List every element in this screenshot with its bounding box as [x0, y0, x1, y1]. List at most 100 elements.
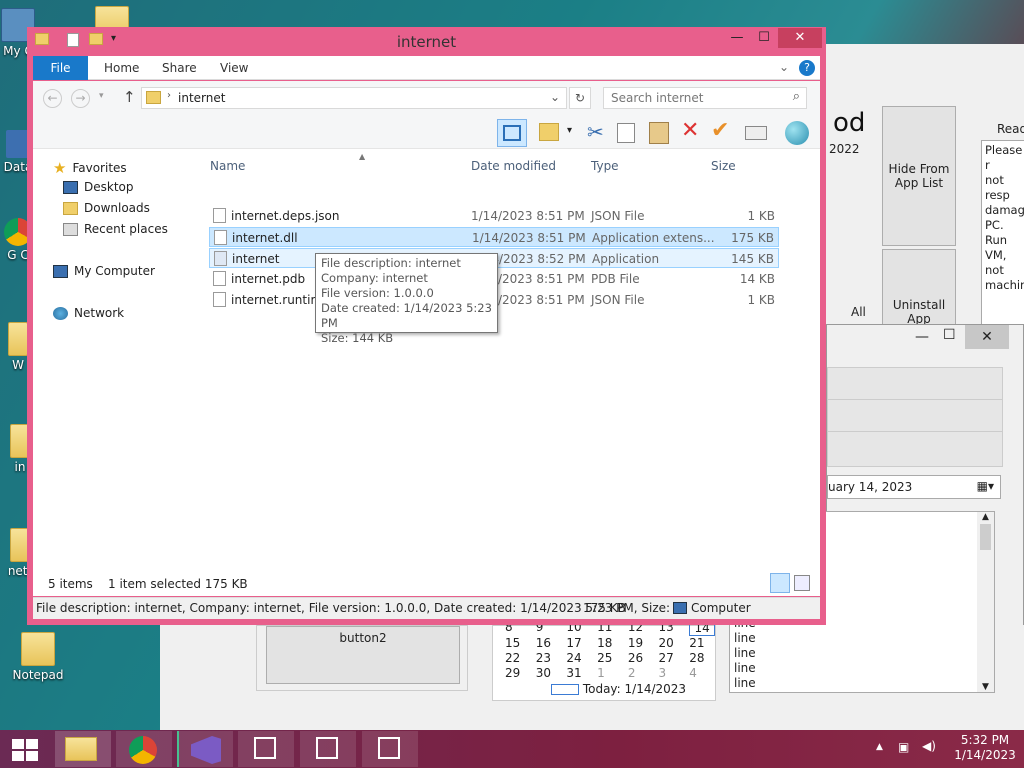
- paste-icon[interactable]: [649, 122, 669, 144]
- column-header-name[interactable]: Name: [210, 159, 245, 173]
- lines-scrollbar[interactable]: ▲ ▼: [977, 512, 994, 692]
- preview-pane-icon[interactable]: [497, 119, 527, 147]
- computer-icon: [673, 602, 687, 614]
- month-calendar[interactable]: 8 9 10 11 12 13 14 15 16 17 18 19 20 21 22 23 24 25 26 27…: [492, 620, 716, 701]
- sort-arrow-icon: ▲: [359, 152, 366, 161]
- date-picker[interactable]: uary 14, 2023 ▦▾: [827, 475, 1001, 499]
- window-icon: [316, 737, 338, 759]
- cut-icon[interactable]: ✂: [587, 120, 604, 144]
- calendar-dropdown-icon[interactable]: ▦▾: [977, 479, 994, 493]
- breadcrumb[interactable]: internet: [178, 91, 225, 105]
- address-row: ← → ▾ ↑ › internet ⌄ ↻ Search internet ⌕: [33, 81, 820, 117]
- recent-locations-icon[interactable]: ▾: [99, 91, 104, 101]
- properties-dropdown-icon[interactable]: ▾: [567, 125, 572, 136]
- lower-app-panel: button2 8 9 10 11 12 13 14 15 16 17 18 19 20 21 22 23…: [160, 511, 1024, 730]
- nav-network[interactable]: Network: [53, 306, 124, 320]
- taskbar-visual-studio[interactable]: [177, 731, 233, 767]
- close-button[interactable]: ✕: [778, 28, 822, 48]
- nav-desktop[interactable]: Desktop: [63, 180, 134, 194]
- delete-icon[interactable]: ✕: [681, 118, 699, 143]
- minimize-button[interactable]: —: [724, 28, 750, 48]
- column-header-type[interactable]: Type: [591, 159, 619, 173]
- button2[interactable]: button2: [266, 626, 460, 684]
- tab-view[interactable]: View: [220, 56, 248, 80]
- clock[interactable]: 5:32 PM 1/14/2023: [952, 733, 1018, 763]
- tab-share[interactable]: Share: [162, 56, 197, 80]
- nav-favorites[interactable]: ★ Favorites: [53, 159, 127, 177]
- details-bar: File description: internet, Company: int…: [33, 597, 820, 619]
- rename-check-icon[interactable]: ✔: [711, 118, 729, 143]
- file-details-text: File description: internet, Company: int…: [36, 601, 671, 615]
- search-input[interactable]: Search internet ⌕: [603, 87, 807, 109]
- read-textbox[interactable]: Please r not resp damage PC. Run VM, not…: [981, 140, 1024, 330]
- properties-icon[interactable]: [539, 123, 559, 141]
- taskbar-app-1[interactable]: [238, 731, 294, 767]
- breadcrumb-chevron-icon[interactable]: ›: [167, 90, 171, 101]
- copy-icon[interactable]: [617, 123, 635, 143]
- scroll-thumb[interactable]: [980, 524, 991, 550]
- list-item[interactable]: line: [734, 661, 756, 676]
- item-count: 5 items: [48, 577, 93, 591]
- today-label[interactable]: Today: 1/14/2023: [551, 682, 686, 696]
- taskbar-app-2[interactable]: [300, 731, 356, 767]
- select-all-icon[interactable]: [745, 126, 767, 140]
- details-view-icon[interactable]: [770, 573, 790, 593]
- address-bar[interactable]: › internet ⌄: [141, 87, 567, 109]
- calendar-row-4: 29 30 31 1 2 3 4: [505, 666, 697, 680]
- lines-list: line line line line line: [734, 616, 756, 691]
- expand-ribbon-icon[interactable]: ⌄: [779, 60, 789, 74]
- desktop-icon-notepad[interactable]: Notepad: [6, 632, 70, 682]
- help-icon[interactable]: ?: [799, 60, 815, 76]
- panel-row-3: [827, 431, 1003, 467]
- show-hidden-icons[interactable]: ▲: [876, 742, 883, 752]
- selection-info: 1 item selected 175 KB: [108, 577, 248, 591]
- list-item[interactable]: line: [734, 676, 756, 691]
- hide-from-app-list-button[interactable]: Hide From App List: [882, 106, 956, 246]
- network-tray-icon[interactable]: ▣: [898, 740, 909, 754]
- column-header-size[interactable]: Size: [711, 159, 736, 173]
- nav-my-computer[interactable]: My Computer: [53, 264, 155, 278]
- close-button[interactable]: ✕: [965, 325, 1009, 349]
- folder-icon: [21, 632, 55, 666]
- maximize-button[interactable]: ☐: [943, 327, 956, 343]
- maximize-button[interactable]: ☐: [751, 28, 777, 48]
- taskbar: ▲ ▣ ◀) 5:32 PM 1/14/2023: [0, 730, 1024, 768]
- search-icon[interactable]: ⌕: [793, 89, 800, 104]
- title-bar[interactable]: ▾ internet — ☐ ✕: [27, 27, 826, 55]
- up-button[interactable]: ↑: [123, 88, 136, 106]
- folder-icon: [8, 322, 28, 356]
- table-row[interactable]: internet.deps.json 1/14/2023 8:51 PM JSO…: [209, 206, 779, 226]
- scroll-up-icon[interactable]: ▲: [977, 512, 994, 522]
- taskbar-app-3[interactable]: [362, 731, 418, 767]
- start-button[interactable]: [0, 731, 56, 767]
- globe-icon[interactable]: [785, 121, 809, 145]
- navigation-pane: ★ Favorites Desktop Downloads Recent pla…: [33, 149, 203, 571]
- table-row[interactable]: internet.dll 1/14/2023 8:51 PM Applicati…: [209, 227, 779, 247]
- volume-icon[interactable]: ◀): [922, 739, 936, 753]
- network-icon: [53, 306, 68, 320]
- back-button[interactable]: ←: [43, 89, 62, 108]
- visual-studio-icon: [191, 736, 221, 764]
- tab-file[interactable]: File: [33, 56, 88, 80]
- windows-logo-icon: [12, 739, 38, 761]
- column-header-date[interactable]: Date modified: [471, 159, 556, 173]
- nav-recent-places[interactable]: Recent places: [63, 222, 168, 236]
- minimize-button[interactable]: —: [915, 329, 929, 345]
- app-title-partial: od: [833, 108, 866, 138]
- forward-button[interactable]: →: [71, 89, 90, 108]
- taskbar-file-explorer[interactable]: [55, 731, 111, 767]
- chrome-icon: [129, 736, 157, 764]
- taskbar-chrome[interactable]: [116, 731, 172, 767]
- dll-file-icon: [214, 230, 227, 245]
- list-item[interactable]: line: [734, 646, 756, 661]
- scroll-down-icon[interactable]: ▼: [977, 682, 994, 692]
- address-dropdown-icon[interactable]: ⌄: [550, 90, 560, 104]
- tab-home[interactable]: Home: [104, 56, 139, 80]
- today-box: [551, 684, 579, 695]
- nav-downloads[interactable]: Downloads: [63, 201, 150, 215]
- panel-row-2: [827, 399, 1003, 433]
- large-icons-view-icon[interactable]: [794, 575, 810, 591]
- uninstall-app-button[interactable]: Uninstall App: [882, 249, 956, 329]
- list-item[interactable]: line: [734, 631, 756, 646]
- refresh-button[interactable]: ↻: [569, 87, 591, 109]
